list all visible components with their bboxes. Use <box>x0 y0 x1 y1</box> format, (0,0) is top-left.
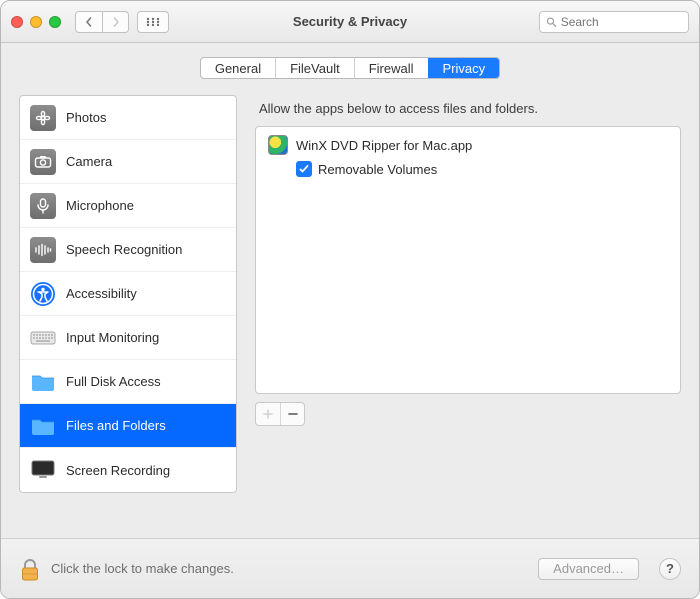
minus-icon <box>288 409 298 419</box>
folder-icon <box>30 413 56 439</box>
tab-privacy[interactable]: Privacy <box>428 58 500 78</box>
app-list: WinX DVD Ripper for Mac.app Removable Vo… <box>255 126 681 394</box>
sidebar-item-label: Files and Folders <box>66 418 166 433</box>
back-button[interactable] <box>76 12 102 32</box>
lock-message: Click the lock to make changes. <box>51 561 234 576</box>
sidebar-item-photos[interactable]: Photos <box>20 96 236 140</box>
lock-button[interactable] <box>19 556 41 582</box>
sidebar-item-input-monitoring[interactable]: Input Monitoring <box>20 316 236 360</box>
sidebar-item-full-disk-access[interactable]: Full Disk Access <box>20 360 236 404</box>
close-window-button[interactable] <box>11 16 23 28</box>
permission-label: Removable Volumes <box>318 162 437 177</box>
sidebar-item-label: Camera <box>66 154 112 169</box>
sidebar-item-label: Input Monitoring <box>66 330 159 345</box>
nav-buttons <box>75 11 129 33</box>
tab-general[interactable]: General <box>201 58 275 78</box>
app-row: WinX DVD Ripper for Mac.app <box>268 135 668 155</box>
content-body: Photos Camera Microphone Speech Recognit… <box>1 89 699 493</box>
camera-icon <box>30 149 56 175</box>
sidebar-item-speech-recognition[interactable]: Speech Recognition <box>20 228 236 272</box>
search-input[interactable] <box>561 15 682 29</box>
sidebar-item-label: Photos <box>66 110 106 125</box>
minimize-window-button[interactable] <box>30 16 42 28</box>
help-button[interactable]: ? <box>659 558 681 580</box>
titlebar: Security & Privacy <box>1 1 699 43</box>
tab-filevault[interactable]: FileVault <box>275 58 354 78</box>
add-remove-controls <box>255 402 681 426</box>
panel-hint: Allow the apps below to access files and… <box>259 101 681 116</box>
sidebar-item-label: Accessibility <box>66 286 137 301</box>
tab-firewall[interactable]: Firewall <box>354 58 428 78</box>
sidebar-item-camera[interactable]: Camera <box>20 140 236 184</box>
photos-icon <box>30 105 56 131</box>
traffic-lights <box>11 16 61 28</box>
accessibility-icon <box>30 281 56 307</box>
sidebar-item-label: Speech Recognition <box>66 242 182 257</box>
show-all-button[interactable] <box>137 11 169 33</box>
permission-row: Removable Volumes <box>296 161 668 177</box>
check-icon <box>298 163 310 175</box>
forward-button[interactable] <box>102 12 128 32</box>
remove-button[interactable] <box>280 403 304 425</box>
sidebar-item-label: Full Disk Access <box>66 374 161 389</box>
app-icon <box>268 135 288 155</box>
sidebar-item-label: Screen Recording <box>66 463 170 478</box>
keyboard-icon <box>30 325 56 351</box>
plus-icon <box>263 409 273 419</box>
preferences-window: Security & Privacy General FileVault Fir… <box>0 0 700 599</box>
sidebar-item-screen-recording[interactable]: Screen Recording <box>20 448 236 492</box>
lock-icon <box>20 558 40 582</box>
sidebar-item-label: Microphone <box>66 198 134 213</box>
folder-icon <box>30 369 56 395</box>
permission-checkbox[interactable] <box>296 161 312 177</box>
search-icon <box>546 16 557 28</box>
microphone-icon <box>30 193 56 219</box>
tabs-bar: General FileVault Firewall Privacy <box>1 43 699 89</box>
sidebar-item-microphone[interactable]: Microphone <box>20 184 236 228</box>
zoom-window-button[interactable] <box>49 16 61 28</box>
tab-segmented-control: General FileVault Firewall Privacy <box>200 57 500 79</box>
search-field[interactable] <box>539 11 689 33</box>
add-button <box>256 403 280 425</box>
advanced-button[interactable]: Advanced… <box>538 558 639 580</box>
detail-panel: Allow the apps below to access files and… <box>255 95 681 493</box>
app-name: WinX DVD Ripper for Mac.app <box>296 138 472 153</box>
privacy-category-list: Photos Camera Microphone Speech Recognit… <box>19 95 237 493</box>
footer: Click the lock to make changes. Advanced… <box>1 538 699 598</box>
sidebar-item-accessibility[interactable]: Accessibility <box>20 272 236 316</box>
grid-icon <box>146 17 160 27</box>
sidebar-item-files-and-folders[interactable]: Files and Folders <box>20 404 236 448</box>
speech-wave-icon <box>30 237 56 263</box>
monitor-icon <box>30 457 56 483</box>
